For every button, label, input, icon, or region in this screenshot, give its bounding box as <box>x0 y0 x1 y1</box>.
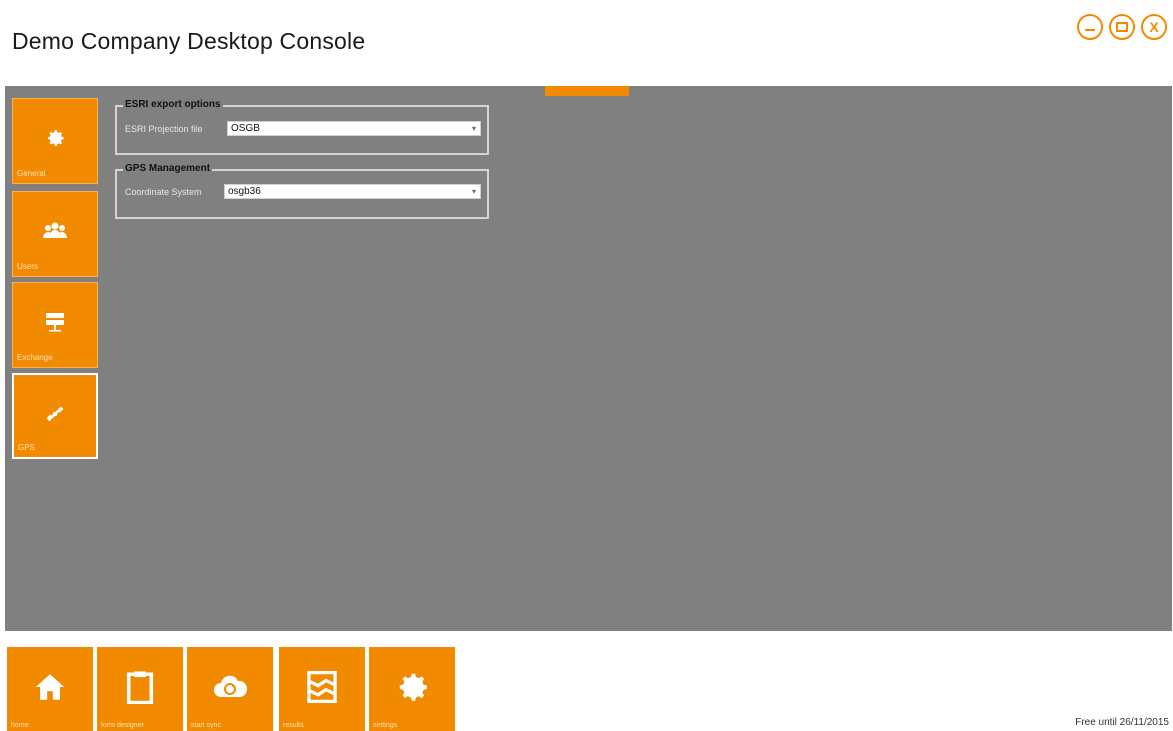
sidebar-item-general[interactable]: General <box>12 98 98 184</box>
esri-projection-value: OSGB <box>231 123 260 134</box>
chevron-down-icon: ▾ <box>471 187 476 196</box>
cloud-sync-icon <box>214 675 248 697</box>
maximize-icon <box>1116 22 1128 32</box>
clipboard-icon <box>126 671 154 704</box>
app-title: Demo Company Desktop Console <box>12 28 366 54</box>
nav-label: home <box>11 722 29 729</box>
gear-icon <box>47 130 64 146</box>
nav-label: form designer <box>101 722 144 729</box>
sidebar-item-label: GPS <box>18 443 35 452</box>
home-icon <box>35 674 65 700</box>
group-legend: GPS Management <box>123 163 213 174</box>
gps-management-group: GPS Management Coordinate System osgb36 … <box>115 163 489 219</box>
minimize-button[interactable] <box>1077 14 1103 40</box>
group-legend: ESRI export options <box>123 99 223 110</box>
nav-label: results <box>283 722 304 729</box>
exchange-icon <box>46 313 64 332</box>
users-icon <box>43 222 67 238</box>
coordinate-system-label: Coordinate System <box>125 187 202 197</box>
nav-label: start sync <box>191 722 221 729</box>
gps-icon <box>46 406 64 422</box>
esri-projection-select[interactable]: OSGB ▾ <box>227 121 481 136</box>
sidebar-item-label: Exchange <box>17 353 53 362</box>
chevron-down-icon: ▾ <box>471 124 476 133</box>
window-controls: X <box>1077 14 1167 40</box>
nav-home[interactable]: home <box>7 647 93 731</box>
gear-icon <box>399 673 427 701</box>
nav-results[interactable]: results <box>279 647 365 731</box>
esri-projection-label: ESRI Projection file <box>125 124 203 134</box>
minimize-icon <box>1085 29 1095 31</box>
map-icon <box>307 670 337 704</box>
active-tab-indicator <box>545 86 629 96</box>
nav-start-sync[interactable]: start sync <box>187 647 273 731</box>
sidebar-item-label: General <box>17 169 46 178</box>
coordinate-system-select[interactable]: osgb36 ▾ <box>224 184 481 199</box>
esri-export-group: ESRI export options ESRI Projection file… <box>115 99 489 155</box>
maximize-button[interactable] <box>1109 14 1135 40</box>
coordinate-system-value: osgb36 <box>228 186 261 197</box>
close-button[interactable]: X <box>1141 14 1167 40</box>
sidebar-item-label: Users <box>17 262 38 271</box>
nav-form-designer[interactable]: form designer <box>97 647 183 731</box>
nav-settings[interactable]: settings <box>369 647 455 731</box>
sidebar-item-exchange[interactable]: Exchange <box>12 282 98 368</box>
sidebar-item-users[interactable]: Users <box>12 191 98 277</box>
trial-status: Free until 26/11/2015 <box>1075 717 1169 728</box>
nav-label: settings <box>373 722 398 729</box>
close-icon: X <box>1149 19 1159 35</box>
sidebar-item-gps[interactable]: GPS <box>12 373 98 459</box>
settings-panel: General Users Exchange GPS ESRI export o… <box>5 86 1172 631</box>
